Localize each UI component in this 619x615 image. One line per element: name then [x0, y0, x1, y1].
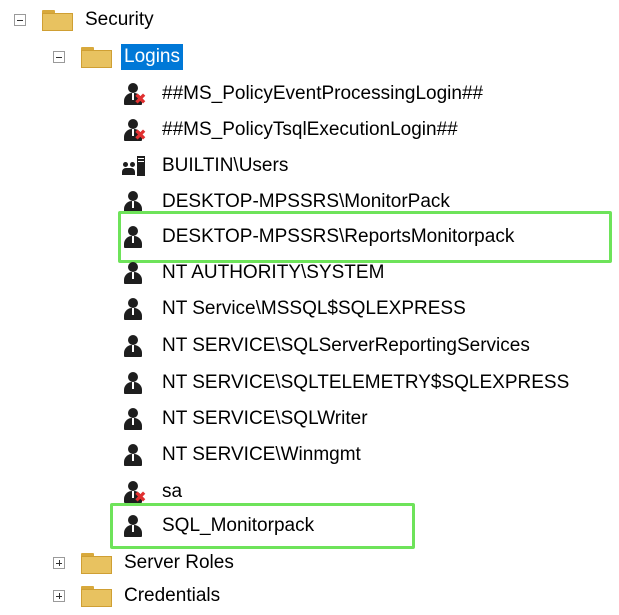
- login-item[interactable]: NT SERVICE\Winmgmt: [121, 436, 364, 474]
- tree-node-security[interactable]: Security: [14, 1, 157, 39]
- login-label: NT SERVICE\SQLServerReportingServices: [162, 335, 530, 356]
- folder-icon: [41, 8, 74, 32]
- highlight-box: [110, 503, 415, 549]
- user-disabled-icon: ✖: [121, 81, 147, 107]
- login-item[interactable]: ✖ ##MS_PolicyEventProcessingLogin##: [121, 75, 486, 113]
- user-icon: [121, 442, 147, 468]
- login-label: NT SERVICE\SQLWriter: [162, 408, 368, 429]
- login-item[interactable]: ✖ ##MS_PolicyTsqlExecutionLogin##: [121, 111, 461, 149]
- login-item[interactable]: NT Service\MSSQL$SQLEXPRESS: [121, 290, 469, 328]
- user-icon: [121, 406, 147, 432]
- login-item[interactable]: NT SERVICE\SQLWriter: [121, 400, 371, 438]
- user-disabled-icon: ✖: [121, 479, 147, 505]
- user-icon: [121, 370, 147, 396]
- user-icon: [121, 333, 147, 359]
- login-item[interactable]: NT AUTHORITY\SYSTEM: [121, 254, 387, 292]
- folder-icon: [80, 584, 113, 608]
- folder-icon: [80, 551, 113, 575]
- login-label: NT SERVICE\Winmgmt: [162, 444, 361, 465]
- tree-node-label: Server Roles: [124, 552, 234, 573]
- tree-node-credentials[interactable]: Credentials: [53, 577, 223, 615]
- tree-node-label: Credentials: [124, 585, 221, 606]
- user-icon: [121, 260, 147, 286]
- collapse-toggle-logins[interactable]: [53, 51, 65, 63]
- tree-node-logins[interactable]: Logins: [53, 38, 183, 76]
- tree-node-label: Logins: [121, 44, 183, 70]
- user-disabled-icon: ✖: [121, 117, 147, 143]
- login-label: BUILTIN\Users: [162, 155, 289, 176]
- expand-toggle-server-roles[interactable]: [53, 557, 65, 569]
- group-icon: [121, 153, 147, 179]
- login-label: NT SERVICE\SQLTELEMETRY$SQLEXPRESS: [162, 372, 570, 393]
- folder-icon: [80, 45, 113, 69]
- expand-toggle-credentials[interactable]: [53, 590, 65, 602]
- login-label: ##MS_PolicyTsqlExecutionLogin##: [162, 119, 458, 140]
- object-explorer-tree: Security Logins ✖ ##MS_PolicyEventProces…: [0, 0, 619, 610]
- login-item[interactable]: NT SERVICE\SQLTELEMETRY$SQLEXPRESS: [121, 364, 572, 402]
- login-label: NT AUTHORITY\SYSTEM: [162, 262, 385, 283]
- user-icon: [121, 296, 147, 322]
- login-item[interactable]: BUILTIN\Users: [121, 147, 291, 185]
- tree-node-label: Security: [85, 9, 154, 30]
- login-item[interactable]: NT SERVICE\SQLServerReportingServices: [121, 327, 533, 365]
- login-label: sa: [162, 481, 183, 502]
- login-label: NT Service\MSSQL$SQLEXPRESS: [162, 298, 466, 319]
- collapse-toggle-security[interactable]: [14, 14, 26, 26]
- login-label: ##MS_PolicyEventProcessingLogin##: [162, 83, 484, 104]
